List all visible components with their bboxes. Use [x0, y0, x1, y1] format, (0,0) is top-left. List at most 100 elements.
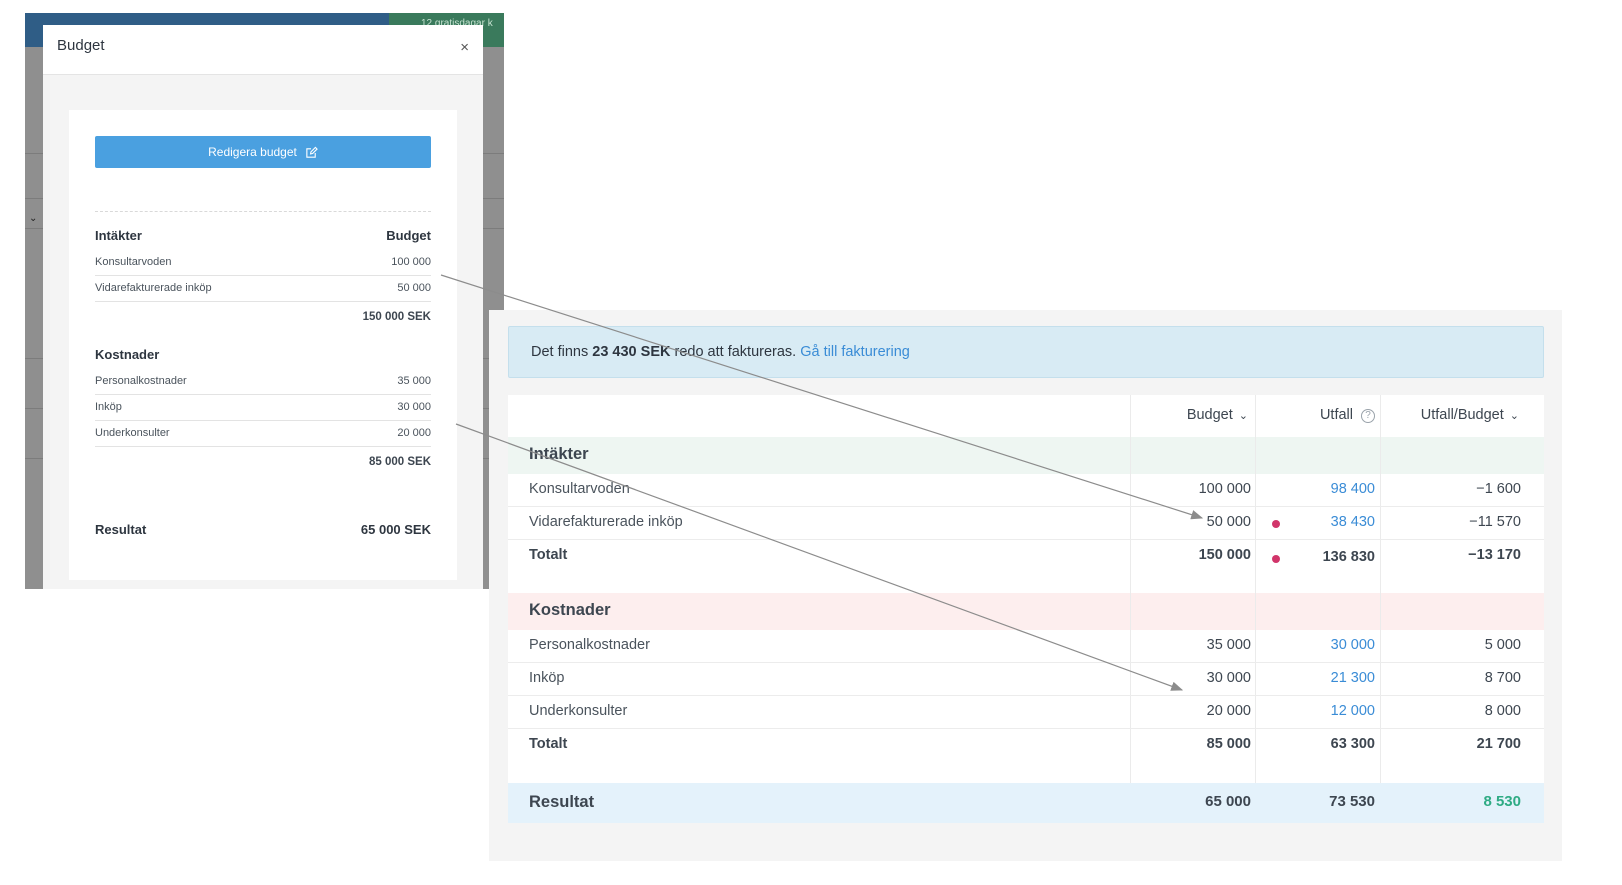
budget-table: Intäkter Kostnader Resultat 65 000 73 53…	[508, 395, 1544, 823]
budget-panel: Det finns 23 430 SEK redo att faktureras…	[489, 310, 1562, 861]
table-row: Inköp 30 000 21 300 8 700	[508, 663, 1544, 696]
help-icon[interactable]: ?	[1361, 409, 1375, 423]
column-header-label: Utfall/Budget	[1420, 407, 1504, 423]
column-header-ratio[interactable]: Utfall/Budget ⌄	[1421, 395, 1519, 437]
row-actual-link[interactable]: 98 400	[1331, 481, 1375, 497]
list-item: Underkonsulter 20 000	[95, 421, 431, 447]
row-budget: 30 000	[1206, 670, 1251, 686]
row-label: Totalt	[529, 547, 568, 563]
row-actual: 136 830	[1322, 549, 1375, 565]
income-total: 150 000 SEK	[362, 311, 431, 323]
card-separator	[95, 211, 431, 212]
app-background: 12 gratisdagar k vera ⌄ ○ Budget × Redig…	[25, 13, 504, 589]
warning-dot-icon	[1272, 520, 1280, 528]
table-row: Vidarefakturerade inköp 50 000 38 430 −1…	[508, 507, 1544, 540]
income-title: Intäkter	[95, 228, 142, 243]
row-actual-link[interactable]: 38 430	[1331, 514, 1375, 530]
income-total-row: Totalt 150 000 136 830 −13 170	[508, 540, 1544, 573]
result-budget: 65 000	[1205, 793, 1251, 810]
row-label: Underkonsulter	[529, 703, 628, 719]
modal-title: Budget	[57, 37, 105, 54]
column-header-label: Budget	[1186, 407, 1233, 423]
row-value: 50 000	[397, 282, 431, 294]
notice-amount: 23 430 SEK	[592, 344, 671, 360]
row-diff: −1 600	[1476, 481, 1521, 497]
row-label: Inköp	[95, 401, 122, 413]
row-budget: 85 000	[1206, 736, 1251, 752]
row-budget: 150 000	[1198, 547, 1251, 563]
table-row: Personalkostnader 35 000 30 000 5 000	[508, 630, 1544, 663]
row-value: 35 000	[397, 375, 431, 387]
income-band: Intäkter	[508, 437, 1544, 474]
row-label: Inköp	[529, 670, 565, 686]
row-diff: 21 700	[1476, 736, 1521, 752]
result-label: Resultat	[95, 522, 147, 537]
row-value: 20 000	[397, 427, 431, 439]
income-header: Intäkter Budget	[95, 228, 431, 250]
invoice-notice: Det finns 23 430 SEK redo att faktureras…	[508, 326, 1544, 378]
costs-header: Kostnader	[95, 347, 431, 369]
costs-band: Kostnader	[508, 593, 1544, 630]
row-actual-link[interactable]: 21 300	[1331, 670, 1375, 686]
list-item: Personalkostnader 35 000	[95, 369, 431, 395]
column-header-budget[interactable]: Budget ⌄	[1187, 395, 1248, 437]
modal-header: Budget ×	[43, 25, 483, 75]
row-diff: 5 000	[1484, 637, 1521, 653]
row-value: 100 000	[391, 256, 431, 268]
chevron-down-icon[interactable]: ⌄	[29, 213, 37, 224]
result-label: Resultat	[529, 793, 595, 811]
row-diff: 8 700	[1484, 670, 1521, 686]
row-actual-link[interactable]: 12 000	[1331, 703, 1375, 719]
list-item: Konsultarvoden 100 000	[95, 250, 431, 276]
row-budget: 50 000	[1206, 514, 1251, 530]
row-budget: 35 000	[1206, 637, 1251, 653]
row-budget: 20 000	[1206, 703, 1251, 719]
row-label: Vidarefakturerade inköp	[95, 282, 212, 294]
close-icon[interactable]: ×	[460, 39, 469, 56]
warning-dot-icon	[1272, 555, 1280, 563]
costs-title: Kostnader	[95, 347, 160, 362]
row-label: Vidarefakturerade inköp	[529, 514, 683, 530]
chevron-down-icon[interactable]: ⌄	[1239, 396, 1248, 436]
list-item: Inköp 30 000	[95, 395, 431, 421]
edit-budget-label: Redigera budget	[208, 145, 297, 159]
row-label: Konsultarvoden	[529, 481, 630, 497]
row-label: Personalkostnader	[529, 637, 650, 653]
budget-column-label: Budget	[386, 228, 431, 243]
budget-card: Redigera budget Intäkter Budget Konsulta…	[69, 110, 457, 580]
table-row: Underkonsulter 20 000 12 000 8 000	[508, 696, 1544, 729]
go-to-invoicing-link[interactable]: Gå till fakturering	[800, 344, 910, 360]
row-diff: −13 170	[1468, 547, 1521, 563]
notice-prefix: Det finns	[531, 344, 589, 360]
costs-section: Kostnader Personalkostnader 35 000 Inköp…	[95, 347, 431, 475]
budget-modal: Budget × Redigera budget Intäkter Budget	[43, 25, 483, 589]
list-item: Vidarefakturerade inköp 50 000	[95, 276, 431, 302]
result-row: Resultat 65 000 SEK	[95, 522, 431, 537]
row-label: Underkonsulter	[95, 427, 170, 439]
result-value: 65 000 SEK	[360, 522, 431, 537]
costs-title: Kostnader	[529, 601, 611, 619]
result-band: Resultat 65 000 73 530 8 530	[508, 783, 1544, 823]
column-header-actual: Utfall?	[1320, 395, 1375, 437]
row-label: Konsultarvoden	[95, 256, 172, 268]
income-title: Intäkter	[529, 445, 589, 463]
row-budget: 100 000	[1198, 481, 1251, 497]
income-section: Intäkter Budget Konsultarvoden 100 000 V…	[95, 228, 431, 330]
column-header-label: Utfall	[1319, 407, 1353, 423]
row-diff: 8 000	[1484, 703, 1521, 719]
costs-total: 85 000 SEK	[368, 456, 431, 468]
row-actual-link[interactable]: 30 000	[1331, 637, 1375, 653]
row-label: Totalt	[529, 736, 568, 752]
notice-middle: redo att faktureras.	[674, 344, 797, 360]
chevron-down-icon[interactable]: ⌄	[1510, 396, 1519, 436]
edit-budget-button[interactable]: Redigera budget	[95, 136, 431, 168]
costs-total-row: Totalt 85 000 63 300 21 700	[508, 729, 1544, 762]
table-row: Konsultarvoden 100 000 98 400 −1 600	[508, 474, 1544, 507]
row-actual: 63 300	[1330, 736, 1375, 752]
row-diff: −11 570	[1469, 514, 1521, 530]
edit-icon	[306, 146, 318, 158]
row-label: Personalkostnader	[95, 375, 187, 387]
stage: 12 gratisdagar k vera ⌄ ○ Budget × Redig…	[0, 0, 1622, 885]
result-actual: 73 530	[1329, 793, 1375, 810]
row-value: 30 000	[397, 401, 431, 413]
